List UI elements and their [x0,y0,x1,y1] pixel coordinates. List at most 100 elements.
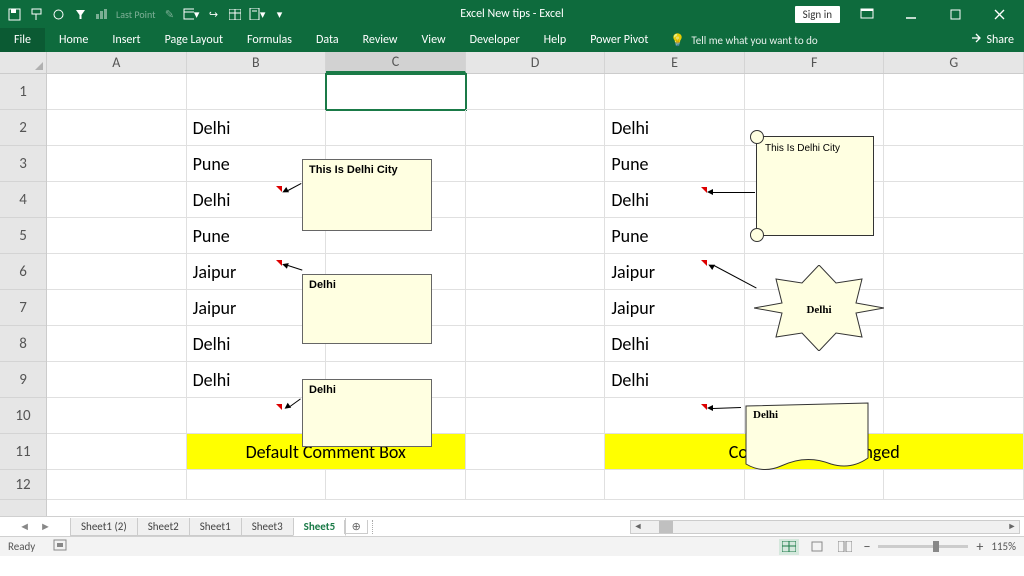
close-button[interactable] [982,0,1016,28]
row-11[interactable]: 11 [0,434,46,470]
calc-icon[interactable]: ▾ [249,6,265,22]
cell-A8[interactable] [47,326,187,362]
cell-E5[interactable]: Pune [605,218,745,254]
view-page-layout-icon[interactable] [807,539,827,555]
comment-star[interactable]: Delhi [754,265,884,351]
cell-A1[interactable] [47,74,187,110]
sheet-tab-3[interactable]: Sheet3 [241,518,294,536]
sheet-tab-1[interactable]: Sheet2 [137,518,190,536]
cell-G10[interactable] [884,398,1024,434]
sheet-prev-icon[interactable]: ◄ [19,520,30,533]
cell-E1[interactable] [605,74,745,110]
col-F[interactable]: F [745,52,885,73]
cell-C1[interactable] [326,74,466,110]
cell-D6[interactable] [466,254,606,290]
cell-B1[interactable] [187,74,327,110]
file-tab[interactable]: File [0,28,45,52]
cell-G12[interactable] [884,470,1024,500]
cell-D2[interactable] [466,110,606,146]
cell-G1[interactable] [884,74,1024,110]
cell-E2[interactable]: Delhi [605,110,745,146]
comment-marker-b9[interactable] [276,404,282,410]
cell-G2[interactable] [884,110,1024,146]
tell-me-search[interactable]: 💡 Tell me what you want to do [660,33,827,48]
pen-icon[interactable]: ✎ [161,6,177,22]
cell-A3[interactable] [47,146,187,182]
tab-home[interactable]: Home [47,28,100,52]
comment-wave[interactable]: Delhi [741,398,873,476]
sheet-next-icon[interactable]: ► [40,520,51,533]
cell-D10[interactable] [466,398,606,434]
horizontal-scrollbar[interactable]: ◄ ► [630,520,1020,534]
tab-formulas[interactable]: Formulas [235,28,304,52]
cell-D3[interactable] [466,146,606,182]
cell-G4[interactable] [884,182,1024,218]
zoom-in-button[interactable]: + [976,538,983,555]
table-icon[interactable] [227,6,243,22]
chart-icon[interactable] [94,6,110,22]
cell-C12[interactable] [326,470,466,500]
tab-data[interactable]: Data [304,28,351,52]
col-B[interactable]: B [187,52,327,73]
cell-B2[interactable]: Delhi [187,110,327,146]
row-2[interactable]: 2 [0,110,46,146]
sheet-tab-0[interactable]: Sheet1 (2) [70,518,138,536]
filter-icon[interactable] [72,6,88,22]
comment-box-3[interactable]: Delhi [302,379,432,447]
cell-G6[interactable] [884,254,1024,290]
select-all-corner[interactable] [0,52,47,74]
cell-D12[interactable] [466,470,606,500]
cell-E10[interactable] [605,398,745,434]
redo-icon[interactable]: ↪ [205,6,221,22]
cell-A6[interactable] [47,254,187,290]
col-C[interactable]: C [326,52,466,73]
row-4[interactable]: 4 [0,182,46,218]
col-A[interactable]: A [47,52,187,73]
cell-A12[interactable] [47,470,187,500]
save-icon[interactable] [6,6,22,22]
cell-A11[interactable] [47,434,187,470]
cell-E6[interactable]: Jaipur [605,254,745,290]
cell-B12[interactable] [187,470,327,500]
cell-D5[interactable] [466,218,606,254]
cell-D1[interactable] [466,74,606,110]
cell-A10[interactable] [47,398,187,434]
sign-in-button[interactable]: Sign in [795,6,840,23]
row-1[interactable]: 1 [0,74,46,110]
comment-box-1[interactable]: This Is Delhi City [302,159,432,231]
scroll-thumb[interactable] [659,521,673,533]
row-8[interactable]: 8 [0,326,46,362]
cell-A2[interactable] [47,110,187,146]
tab-page-layout[interactable]: Page Layout [153,28,235,52]
share-button[interactable]: Share [970,32,1014,48]
form-icon[interactable]: ▾ [183,6,199,22]
cell-G7[interactable] [884,290,1024,326]
format-icon[interactable] [28,6,44,22]
scroll-left-icon[interactable]: ◄ [631,521,645,533]
cell-G8[interactable] [884,326,1024,362]
cell-E3[interactable]: Pune [605,146,745,182]
cell-A5[interactable] [47,218,187,254]
scroll-right-icon[interactable]: ► [1005,521,1019,533]
row-6[interactable]: 6 [0,254,46,290]
col-G[interactable]: G [884,52,1024,73]
zoom-out-button[interactable]: − [863,538,870,555]
cell-D7[interactable] [466,290,606,326]
cell-E12[interactable] [605,470,745,500]
cell-G9[interactable] [884,362,1024,398]
tab-help[interactable]: Help [532,28,579,52]
cell-E8[interactable]: Delhi [605,326,745,362]
cell-F1[interactable] [745,74,885,110]
comment-box-2[interactable]: Delhi [302,274,432,344]
sheet-tab-2[interactable]: Sheet1 [189,518,242,536]
cell-A7[interactable] [47,290,187,326]
zoom-slider[interactable] [878,545,968,548]
sheet-nav[interactable]: ◄ ► [0,520,70,533]
sheet-tab-4[interactable]: Sheet5 [293,518,347,536]
tab-developer[interactable]: Developer [458,28,532,52]
col-E[interactable]: E [605,52,745,73]
cell-G3[interactable] [884,146,1024,182]
tab-insert[interactable]: Insert [100,28,152,52]
tab-review[interactable]: Review [351,28,410,52]
col-D[interactable]: D [466,52,606,73]
